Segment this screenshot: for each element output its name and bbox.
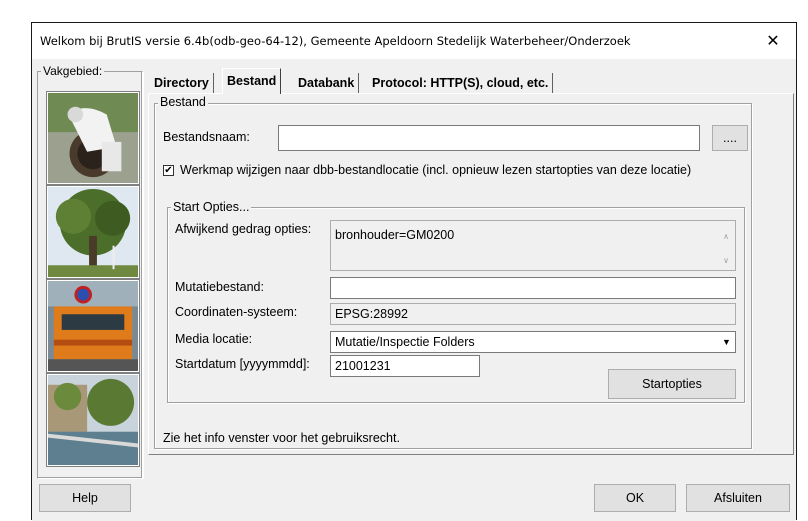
- close-icon: ✕: [766, 33, 780, 50]
- train-photo: [46, 279, 140, 373]
- startopties-button-label: Startopties: [642, 377, 702, 391]
- checkmark-icon: ✔: [164, 164, 173, 176]
- mutatie-label: Mutatiebestand:: [175, 280, 264, 294]
- filename-label: Bestandsnaam:: [163, 130, 250, 144]
- media-selected-value: Mutatie/Inspectie Folders: [335, 335, 475, 349]
- worker-manhole-photo: [46, 91, 140, 185]
- close-button[interactable]: ✕: [750, 23, 796, 59]
- canal-photo: [46, 373, 140, 467]
- bottom-bar: [32, 479, 796, 521]
- bestand-group-label: Bestand: [158, 95, 208, 109]
- start-opties-group-label: Start Opties...: [171, 200, 252, 214]
- browse-button-label: ....: [723, 131, 737, 145]
- ok-button-label: OK: [625, 491, 645, 505]
- coord-field: EPSG:28992: [330, 303, 736, 325]
- filename-input[interactable]: [278, 125, 700, 151]
- help-button-label: Help: [72, 491, 98, 505]
- tab-databank[interactable]: Databank: [294, 73, 360, 93]
- main-dialog: Welkom bij BrutIS versie 6.4b(odb-geo-64…: [31, 22, 797, 521]
- tree-photo: [46, 185, 140, 279]
- tab-bestand[interactable]: Bestand: [222, 68, 282, 94]
- media-select[interactable]: Mutatie/Inspectie Folders ▼: [330, 331, 736, 353]
- tab-protocol[interactable]: Protocol: HTTP(S), cloud, etc.: [368, 73, 554, 93]
- vakgebied-label: Vakgebied:: [41, 64, 105, 78]
- startopties-button[interactable]: Startopties: [608, 369, 736, 399]
- tab-directory[interactable]: Directory: [150, 73, 214, 93]
- mutatie-input[interactable]: [330, 277, 736, 299]
- title-bar[interactable]: Welkom bij BrutIS versie 6.4b(odb-geo-64…: [32, 23, 796, 59]
- vakgebied-panel: [37, 71, 143, 479]
- afwijkend-textarea[interactable]: bronhouder=GM0200 ∧ ∨: [330, 220, 736, 271]
- afsluiten-button[interactable]: Afsluiten: [686, 484, 790, 512]
- afwijkend-label: Afwijkend gedrag opties:: [175, 222, 312, 236]
- ok-button[interactable]: OK: [594, 484, 676, 512]
- browse-button[interactable]: ....: [712, 125, 748, 151]
- scroll-up-icon[interactable]: ∧: [723, 229, 729, 245]
- startdatum-label: Startdatum [yyyymmdd]:: [175, 357, 310, 371]
- window-title: Welkom bij BrutIS versie 6.4b(odb-geo-64…: [40, 34, 631, 48]
- werkmap-checkbox-label[interactable]: Werkmap wijzigen naar dbb-bestandlocatie…: [180, 163, 691, 177]
- werkmap-checkbox[interactable]: ✔: [163, 165, 174, 176]
- afwijkend-value: bronhouder=GM0200: [335, 228, 455, 242]
- help-button[interactable]: Help: [39, 484, 131, 512]
- coord-label: Coordinaten-systeem:: [175, 305, 298, 319]
- chevron-down-icon[interactable]: ▼: [718, 332, 735, 352]
- info-text: Zie het info venster voor het gebruiksre…: [163, 431, 400, 445]
- afsluiten-button-label: Afsluiten: [714, 491, 762, 505]
- media-label: Media locatie:: [175, 332, 253, 346]
- startdatum-input[interactable]: 21001231: [330, 355, 480, 377]
- scroll-down-icon[interactable]: ∨: [723, 253, 729, 269]
